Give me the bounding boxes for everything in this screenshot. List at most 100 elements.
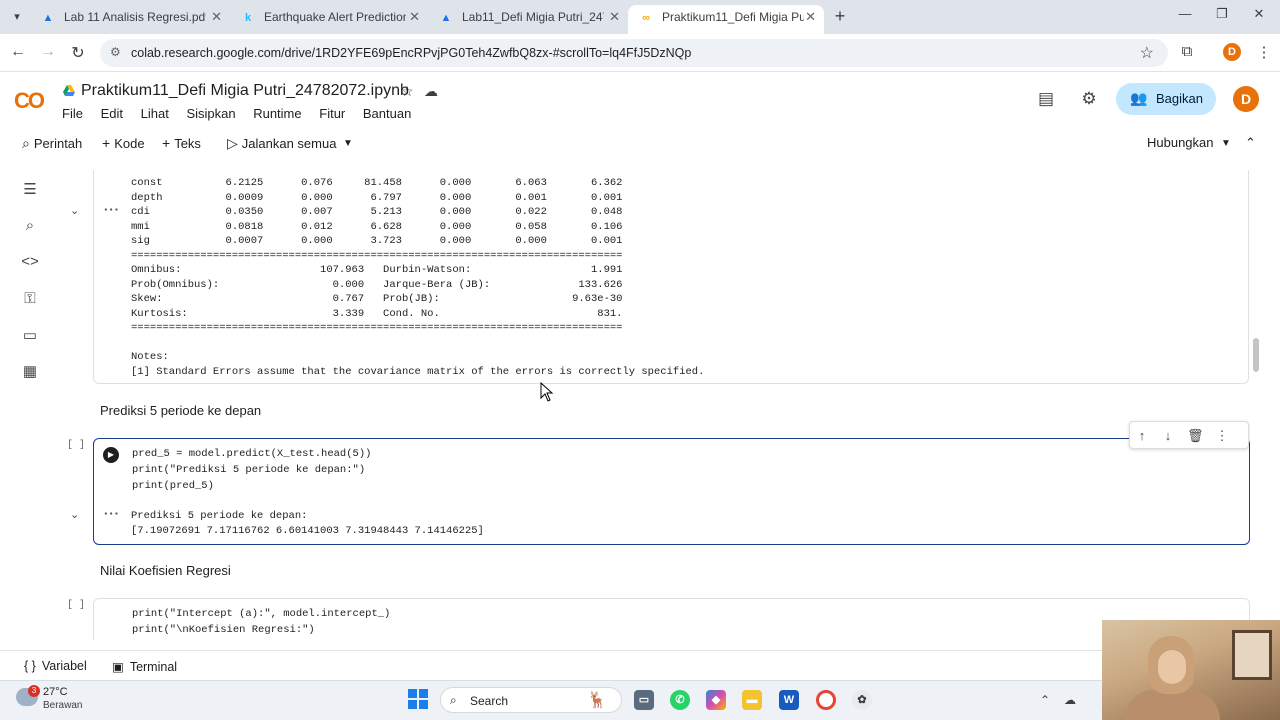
- colab-logo[interactable]: CO: [14, 88, 45, 114]
- url-text[interactable]: colab.research.google.com/drive/1RD2YFE6…: [131, 46, 691, 60]
- close-window-icon[interactable]: ✕: [1248, 6, 1270, 22]
- weather-condition[interactable]: Berawan: [43, 700, 82, 711]
- task-view-icon[interactable]: ▭: [634, 690, 654, 710]
- variables-button[interactable]: { } Variabel: [24, 659, 87, 673]
- site-info-icon[interactable]: ⚙: [110, 45, 121, 59]
- extensions-icon[interactable]: ⧉: [1177, 43, 1197, 60]
- close-tab-icon[interactable]: ✕: [211, 5, 222, 29]
- back-icon[interactable]: ←: [8, 43, 28, 61]
- weather-temperature[interactable]: 27°C: [43, 686, 68, 698]
- move-down-icon[interactable]: ↓: [1160, 428, 1176, 443]
- close-tab-icon[interactable]: ✕: [609, 5, 620, 29]
- share-button[interactable]: 👥 Bagikan: [1116, 83, 1216, 115]
- markdown-heading-prediction: Prediksi 5 periode ke depan: [100, 403, 262, 418]
- omnibox[interactable]: ⚙ colab.research.google.com/drive/1RD2YF…: [100, 39, 1168, 67]
- summary-line: depth 0.0009 0.000 6.797 0.000 0.001 0.0…: [131, 191, 623, 204]
- code-editor[interactable]: print("Intercept (a):", model.intercept_…: [132, 606, 390, 638]
- cell-output: Prediksi 5 periode ke depan: [7.19072691 …: [131, 509, 484, 538]
- files-folder-icon[interactable]: ▭: [20, 326, 40, 346]
- run-cell-button[interactable]: ▶: [103, 447, 119, 463]
- summary-line: Notes:: [131, 351, 169, 363]
- tray-app-icon[interactable]: ☁: [1064, 693, 1076, 707]
- move-up-icon[interactable]: ↑: [1134, 428, 1150, 443]
- chrome-icon[interactable]: [816, 690, 836, 710]
- delete-cell-icon[interactable]: 🗑: [1187, 428, 1204, 444]
- menu-runtime[interactable]: Runtime: [253, 106, 301, 121]
- code-snippets-icon[interactable]: <>: [20, 252, 40, 272]
- menu-bar: File Edit Lihat Sisipkan Runtime Fitur B…: [62, 106, 425, 124]
- terminal-button[interactable]: ▣ Terminal: [112, 659, 177, 674]
- run-all-button[interactable]: ▷ Jalankan semua: [227, 135, 336, 152]
- browser-menu-icon[interactable]: ⋮: [1254, 43, 1274, 61]
- word-icon[interactable]: W: [779, 690, 799, 710]
- connect-dropdown-icon[interactable]: ▼: [1221, 138, 1231, 149]
- output-actions-icon[interactable]: ···: [104, 506, 120, 521]
- forward-icon[interactable]: →: [38, 43, 58, 61]
- menu-insert[interactable]: Sisipkan: [186, 106, 235, 121]
- vertical-scrollbar[interactable]: [1253, 338, 1259, 372]
- tab-search-dropdown-icon[interactable]: ▾: [8, 8, 26, 26]
- collapse-header-icon[interactable]: ⌃: [1245, 135, 1256, 151]
- minimize-window-icon[interactable]: —: [1174, 6, 1196, 21]
- menu-edit[interactable]: Edit: [101, 106, 123, 121]
- summary-line: ========================================…: [131, 249, 623, 262]
- menu-help[interactable]: Bantuan: [363, 106, 411, 121]
- webcam-overlay: [1102, 620, 1280, 720]
- play-icon: ▷: [227, 135, 238, 151]
- more-options-icon[interactable]: ⋮: [1214, 428, 1230, 444]
- settings-gear-icon[interactable]: ⚙: [1078, 89, 1100, 109]
- code-line: print(pred_5): [132, 480, 214, 492]
- menu-tools[interactable]: Fitur: [319, 106, 345, 121]
- close-tab-icon[interactable]: ✕: [805, 5, 816, 29]
- browser-profile-avatar[interactable]: D: [1223, 43, 1241, 61]
- summary-line: Prob(Omnibus): 0.000 Jarque-Bera (JB): 1…: [131, 278, 623, 291]
- output-actions-icon[interactable]: ···: [104, 202, 120, 217]
- data-table-icon[interactable]: ▦: [20, 362, 40, 382]
- summary-line: [131, 336, 704, 351]
- comments-icon[interactable]: ▤: [1035, 89, 1057, 109]
- file-explorer-icon[interactable]: ▬: [742, 690, 762, 710]
- browser-tab-3[interactable]: ▲ Lab11_Defi Migia Putri_2478207 ✕: [428, 5, 628, 34]
- notebook-title[interactable]: Praktikum11_Defi Migia Putri_24782072.ip…: [81, 82, 409, 100]
- browser-tab-2[interactable]: k Earthquake Alert Prediction Dat ✕: [230, 5, 428, 34]
- secrets-key-icon[interactable]: ⚿: [20, 289, 40, 309]
- command-palette-button[interactable]: ⌕ Perintah: [22, 135, 82, 152]
- weather-badge: 3: [28, 685, 40, 697]
- close-tab-icon[interactable]: ✕: [409, 5, 420, 29]
- browser-tab-1[interactable]: ▲ Lab 11 Analisis Regresi.pdf - Go ✕: [30, 5, 230, 34]
- mouse-cursor-icon: [540, 382, 554, 402]
- search-icon: ⌕: [22, 135, 30, 151]
- connect-button[interactable]: Hubungkan: [1147, 135, 1214, 150]
- collapse-output-icon[interactable]: ⌄: [70, 508, 79, 521]
- presenter-body: [1124, 690, 1220, 720]
- table-of-contents-icon[interactable]: ☰: [20, 180, 40, 200]
- account-avatar[interactable]: D: [1233, 86, 1259, 112]
- menu-view[interactable]: Lihat: [141, 106, 169, 121]
- star-icon[interactable]: ☆: [401, 83, 414, 100]
- browser-tab-4-active[interactable]: ∞ Praktikum11_Defi Migia Putri_2 ✕: [628, 5, 824, 34]
- find-replace-icon[interactable]: ⌕: [20, 216, 40, 236]
- add-text-button[interactable]: + Teks: [162, 135, 201, 151]
- taskbar-search[interactable]: ⌕ Search 🦌: [440, 687, 622, 713]
- code-line: print("\nKoefisien Regresi:"): [132, 624, 315, 636]
- reload-icon[interactable]: ↻: [68, 43, 88, 63]
- bookmark-star-icon[interactable]: ☆: [1140, 43, 1154, 63]
- whatsapp-icon[interactable]: ✆: [670, 690, 690, 710]
- presenter-face: [1158, 650, 1186, 684]
- copilot-icon[interactable]: ◆: [706, 690, 726, 710]
- restore-window-icon[interactable]: ❐: [1211, 6, 1233, 22]
- notebook-area[interactable]: ⌄ ··· const 6.2125 0.076 81.458 0.000 6.…: [58, 170, 1250, 640]
- tray-expand-icon[interactable]: ⌃: [1040, 693, 1050, 707]
- cell-execution-count: [ ]: [67, 440, 86, 451]
- add-code-button[interactable]: + Kode: [102, 135, 145, 151]
- cell-execution-count: [ ]: [67, 600, 86, 611]
- chatgpt-icon[interactable]: ✿: [852, 690, 872, 710]
- run-all-dropdown-icon[interactable]: ▼: [343, 138, 353, 149]
- code-editor[interactable]: pred_5 = model.predict(X_test.head(5)) pr…: [132, 446, 371, 494]
- menu-file[interactable]: File: [62, 106, 83, 121]
- cloud-sync-icon: ☁: [424, 83, 438, 99]
- bottom-panel-bar: { } Variabel ▣ Terminal: [0, 650, 1280, 680]
- collapse-output-icon[interactable]: ⌄: [70, 204, 79, 217]
- new-tab-button[interactable]: +: [830, 6, 850, 27]
- windows-start-icon[interactable]: [408, 689, 428, 709]
